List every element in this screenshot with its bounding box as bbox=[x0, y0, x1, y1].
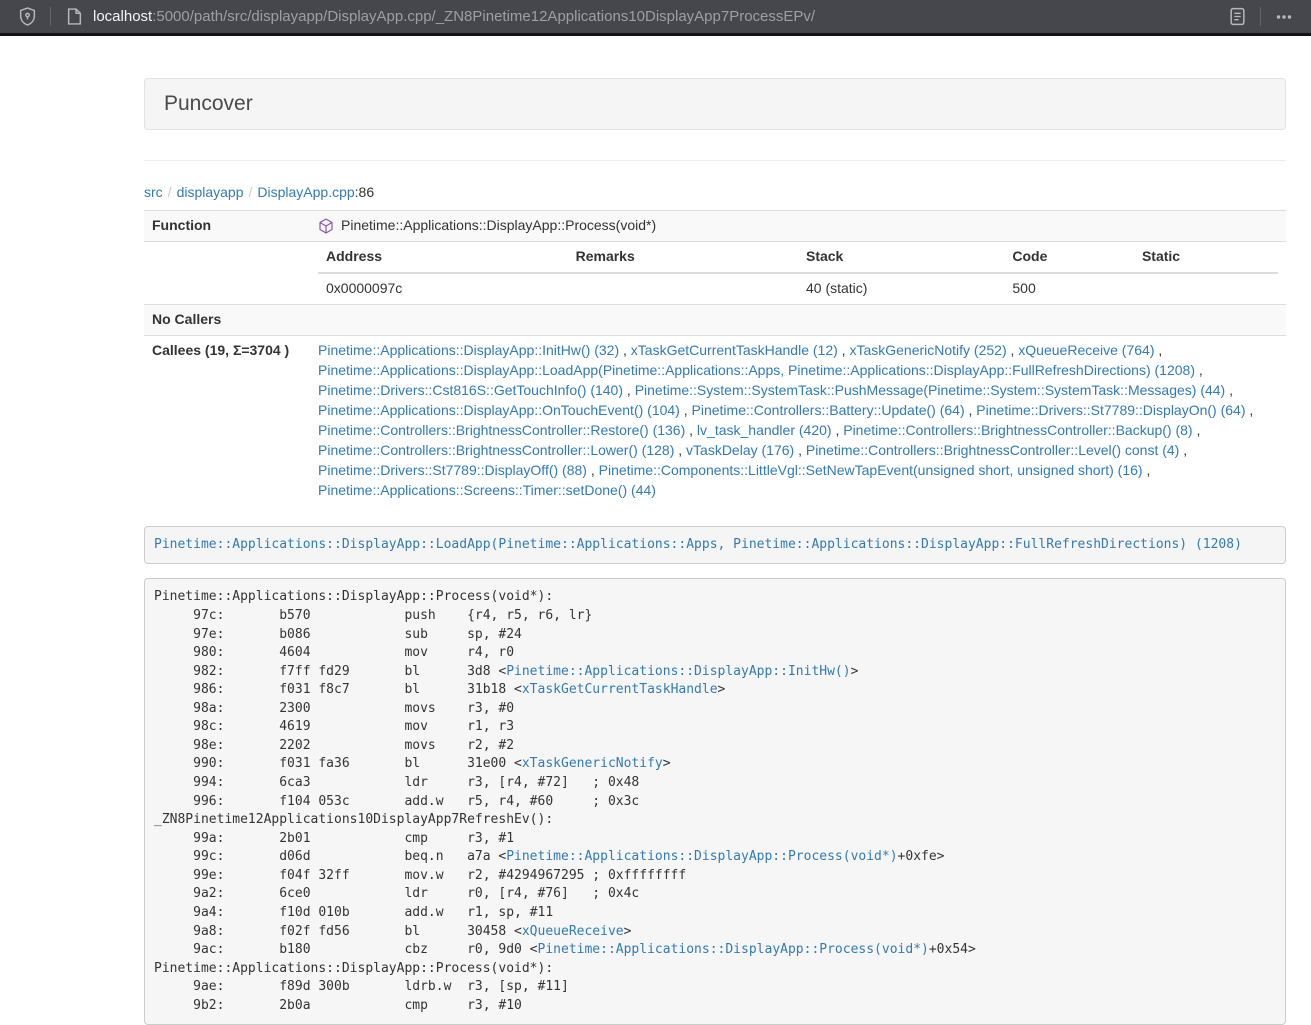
callee-link[interactable]: Pinetime::Controllers::BrightnessControl… bbox=[843, 422, 1192, 438]
callee-link[interactable]: Pinetime::Applications::DisplayApp::OnTo… bbox=[318, 402, 680, 418]
breadcrumb-item-file[interactable]: DisplayApp.cpp bbox=[257, 184, 354, 200]
callee-link[interactable]: Pinetime::Applications::DisplayApp::Load… bbox=[318, 362, 1195, 378]
callee-link[interactable]: Pinetime::Controllers::BrightnessControl… bbox=[318, 442, 674, 458]
callee-link[interactable]: vTaskDelay (176) bbox=[686, 442, 794, 458]
metrics-static bbox=[1134, 273, 1278, 304]
url-path: :5000/path/src/displayapp/DisplayApp.cpp… bbox=[152, 8, 815, 25]
toolbar-divider bbox=[1260, 7, 1261, 26]
no-callers-label: No Callers bbox=[144, 304, 310, 335]
callee-link[interactable]: Pinetime::Controllers::Battery::Update()… bbox=[692, 402, 965, 418]
callee-link[interactable]: xTaskGenericNotify (252) bbox=[849, 342, 1006, 358]
url-host: localhost bbox=[93, 8, 152, 25]
package-cube-icon bbox=[318, 218, 334, 234]
metrics-header-address: Address bbox=[318, 242, 568, 273]
disasm-symbol-link[interactable]: xTaskGenericNotify bbox=[522, 756, 663, 771]
metrics-address: 0x0000097c bbox=[318, 273, 568, 304]
function-row-label: Function bbox=[144, 211, 310, 242]
metrics-row: Address Remarks Stack Code Static 0x0000… bbox=[144, 241, 1286, 304]
metrics-stack: 40 (static) bbox=[798, 273, 1004, 304]
breadcrumb: src/displayapp/DisplayApp.cpp:86 bbox=[144, 182, 1286, 202]
callers-row: No Callers bbox=[144, 304, 1286, 335]
metrics-header-code: Code bbox=[1004, 242, 1134, 273]
breadcrumb-separator: / bbox=[244, 184, 258, 200]
metrics-data-row: 0x0000097c 40 (static) 500 bbox=[318, 273, 1278, 304]
callees-label: Callees (19, Σ=3704 ) bbox=[144, 335, 310, 505]
metrics-remarks bbox=[568, 273, 798, 304]
disassembly-pre: Pinetime::Applications::DisplayApp::Proc… bbox=[144, 578, 1286, 1025]
callee-link[interactable]: xQueueReceive (764) bbox=[1018, 342, 1154, 358]
reader-mode-icon[interactable] bbox=[1224, 4, 1250, 30]
page-icon bbox=[61, 4, 87, 30]
menu-dots-icon[interactable] bbox=[1271, 4, 1297, 30]
breadcrumb-line-number: :86 bbox=[355, 184, 374, 200]
metrics-table: Address Remarks Stack Code Static 0x0000… bbox=[318, 242, 1278, 304]
page-title-well: Puncover bbox=[144, 78, 1286, 130]
metrics-header-remarks: Remarks bbox=[568, 242, 798, 273]
callee-link[interactable]: Pinetime::Applications::Screens::Timer::… bbox=[318, 482, 656, 498]
callee-link[interactable]: Pinetime::Controllers::BrightnessControl… bbox=[806, 442, 1179, 458]
callee-link[interactable]: lv_task_handler (420) bbox=[697, 422, 832, 438]
toolbar-divider bbox=[50, 7, 51, 26]
function-name: Pinetime::Applications::DisplayApp::Proc… bbox=[341, 216, 656, 236]
divider bbox=[144, 160, 1286, 161]
main-content: Puncover src/displayapp/DisplayApp.cpp:8… bbox=[144, 78, 1286, 1025]
symbol-highlight-block: Pinetime::Applications::DisplayApp::Load… bbox=[144, 526, 1286, 565]
callees-row: Callees (19, Σ=3704 ) Pinetime::Applicat… bbox=[144, 335, 1286, 505]
metrics-header-stack: Stack bbox=[798, 242, 1004, 273]
callee-link[interactable]: xTaskGetCurrentTaskHandle (12) bbox=[631, 342, 838, 358]
metrics-code: 500 bbox=[1004, 273, 1134, 304]
disasm-symbol-link[interactable]: xQueueReceive bbox=[522, 924, 624, 939]
breadcrumb-item-src[interactable]: src bbox=[144, 184, 163, 200]
callee-link[interactable]: Pinetime::Drivers::Cst816S::GetTouchInfo… bbox=[318, 382, 623, 398]
function-table: Function Pinetime::Applications::Display… bbox=[144, 210, 1286, 506]
disasm-symbol-link[interactable]: xTaskGetCurrentTaskHandle bbox=[522, 682, 718, 697]
browser-url-bar[interactable]: localhost:5000/path/src/displayapp/Displ… bbox=[0, 0, 1311, 36]
disasm-symbol-link[interactable]: Pinetime::Applications::DisplayApp::Proc… bbox=[506, 849, 897, 864]
callee-link[interactable]: Pinetime::Applications::DisplayApp::Init… bbox=[318, 342, 619, 358]
callee-link[interactable]: Pinetime::Controllers::BrightnessControl… bbox=[318, 422, 685, 438]
callee-link[interactable]: Pinetime::Drivers::St7789::DisplayOff() … bbox=[318, 462, 587, 478]
function-row: Function Pinetime::Applications::Display… bbox=[144, 211, 1286, 242]
callee-link[interactable]: Pinetime::Drivers::St7789::DisplayOn() (… bbox=[976, 402, 1245, 418]
disasm-symbol-link[interactable]: Pinetime::Applications::DisplayApp::Init… bbox=[506, 664, 850, 679]
page-title: Puncover bbox=[164, 92, 1266, 116]
breadcrumb-separator: / bbox=[163, 184, 177, 200]
breadcrumb-item-displayapp[interactable]: displayapp bbox=[177, 184, 244, 200]
callee-link[interactable]: Pinetime::System::SystemTask::PushMessag… bbox=[635, 382, 1226, 398]
url-text[interactable]: localhost:5000/path/src/displayapp/Displ… bbox=[93, 8, 1224, 25]
callee-link[interactable]: Pinetime::Components::LittleVgl::SetNewT… bbox=[599, 462, 1143, 478]
callees-list: Pinetime::Applications::DisplayApp::Init… bbox=[310, 335, 1286, 505]
symbol-highlight-link[interactable]: Pinetime::Applications::DisplayApp::Load… bbox=[154, 537, 1242, 552]
shield-icon[interactable] bbox=[14, 4, 40, 30]
disasm-symbol-link[interactable]: Pinetime::Applications::DisplayApp::Proc… bbox=[538, 942, 929, 957]
metrics-header-static: Static bbox=[1134, 242, 1278, 273]
